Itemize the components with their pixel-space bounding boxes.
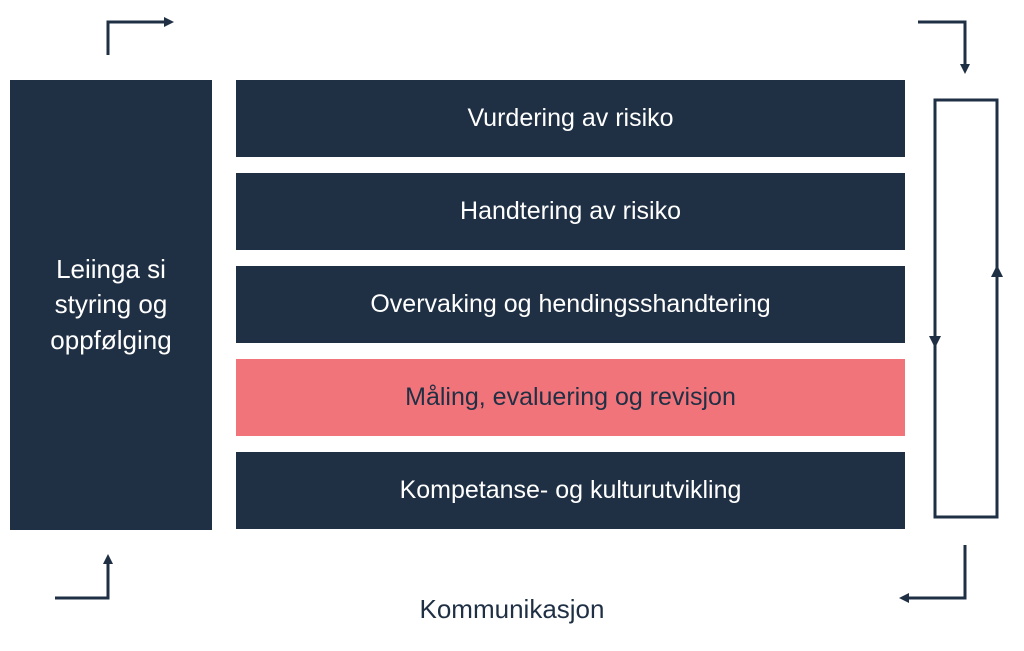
arrow-up-icon [991,265,1003,277]
block-kompetanse: Kompetanse- og kulturutvikling [236,452,905,529]
block-label: Vurdering av risiko [467,104,673,133]
block-label: Kompetanse- og kulturutvikling [400,476,742,505]
arrow-bottom-left-path [55,558,108,598]
arrow-bottom-right-icon [903,545,965,598]
block-overvaking: Overvaking og hendingsshandtering [236,266,905,343]
block-stack: Vurdering av risiko Handtering av risiko… [236,80,905,530]
block-label: Overvaking og hendingsshandtering [370,290,770,319]
arrow-top-left-icon [108,22,170,55]
block-label: Måling, evaluering og revisjon [405,383,736,412]
right-loop-rect [935,100,997,517]
sidebar-panel: Leiinga si styring og oppfølging [10,80,212,530]
arrow-top-right-icon [918,22,965,70]
diagram-container: Leiinga si styring og oppfølging Vurderi… [10,80,905,530]
arrow-down-icon [929,336,941,348]
sidebar-label: Leiinga si styring og oppfølging [18,252,204,357]
block-vurdering: Vurdering av risiko [236,80,905,157]
block-maling: Måling, evaluering og revisjon [236,359,905,436]
bottom-label: Kommunikasjon [0,594,1024,625]
block-label: Handtering av risiko [460,197,681,226]
block-handtering: Handtering av risiko [236,173,905,250]
